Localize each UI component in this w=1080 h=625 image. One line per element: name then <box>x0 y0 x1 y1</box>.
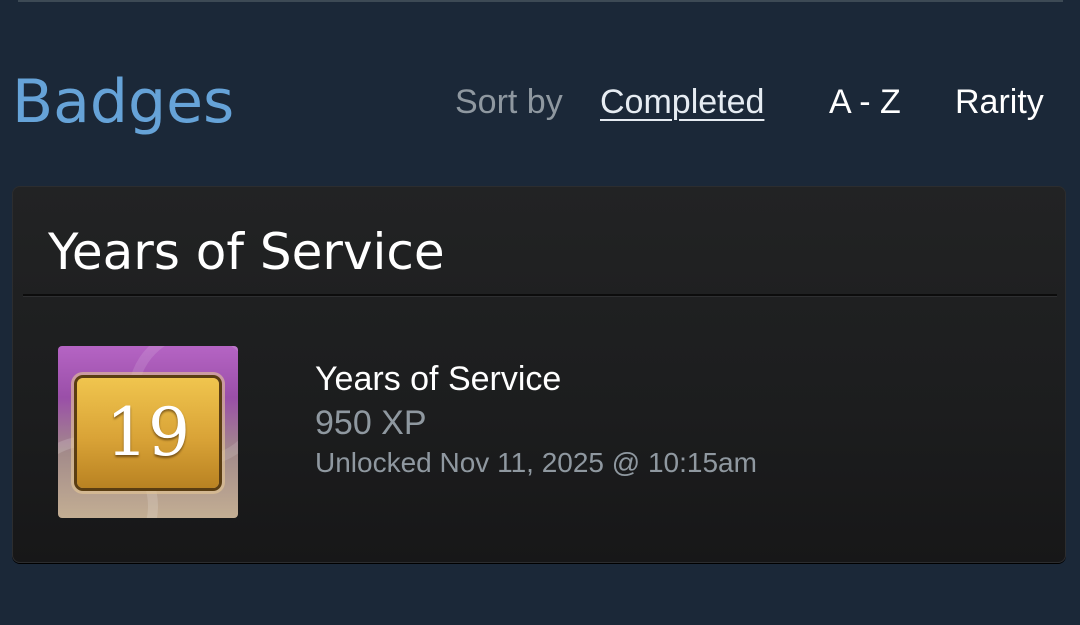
years-of-service-badge-icon[interactable]: 19 <box>58 346 238 518</box>
badge-name: Years of Service <box>315 360 562 398</box>
sort-option-a-z[interactable]: A - Z <box>829 80 901 124</box>
badge-unlocked-date: Unlocked Nov 11, 2025 @ 10:15am <box>315 447 757 478</box>
section-title: Years of Service <box>48 223 445 281</box>
section-divider <box>23 294 1057 297</box>
badge-number: 19 <box>106 394 190 471</box>
sort-by-label: Sort by <box>455 83 563 121</box>
badge-plate: 19 <box>77 378 219 488</box>
sort-option-completed[interactable]: Completed <box>600 80 764 124</box>
badge-xp: 950 XP <box>315 404 427 442</box>
badge-section-card: Years of Service 19 Years of Service 950… <box>12 186 1066 563</box>
sort-option-rarity[interactable]: Rarity <box>955 80 1044 124</box>
top-divider <box>18 0 1063 2</box>
sort-bar: Sort by Completed A - Z Rarity <box>0 80 1080 124</box>
